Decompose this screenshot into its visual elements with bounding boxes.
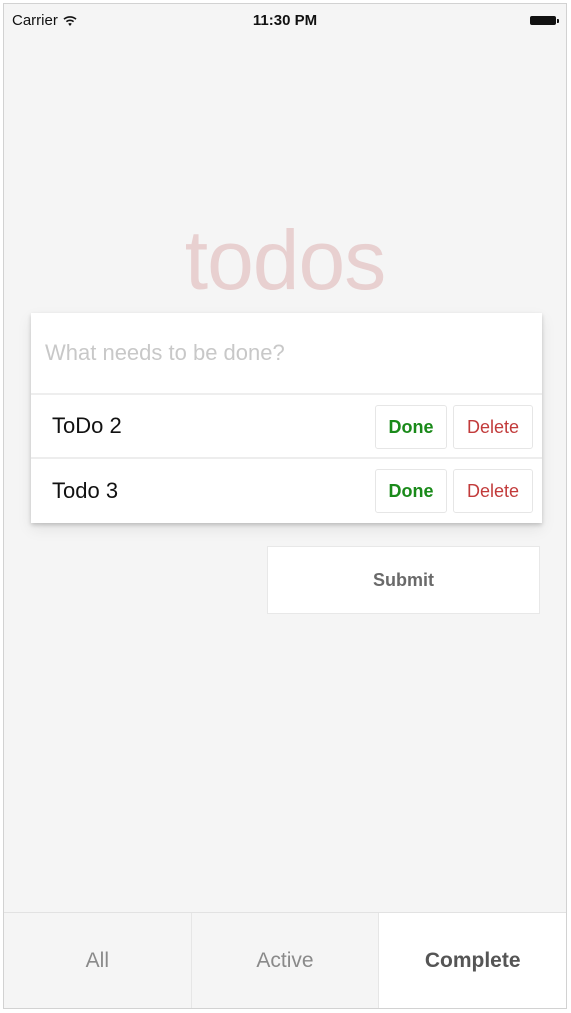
done-button[interactable]: Done [375,405,447,449]
filter-tab-active[interactable]: Active [191,913,380,1008]
todo-item-text: Todo 3 [52,478,119,503]
done-button[interactable]: Done [375,469,447,513]
todo-item: Todo 3 Done Delete [31,459,542,523]
delete-button[interactable]: Delete [453,469,533,513]
filter-tab-bar: All Active Complete [4,912,566,1008]
filter-tab-complete[interactable]: Complete [379,913,566,1008]
submit-button[interactable]: Submit [267,546,540,614]
todo-item-text: ToDo 2 [52,413,122,438]
todo-card: ToDo 2 Done Delete Todo 3 Done Delete [31,313,542,523]
app-title: todos [184,213,387,307]
battery-icon [530,16,560,25]
status-bar: Carrier 11:30 PM [4,4,566,38]
app-screen: Carrier 11:30 PM todos ToDo 2 Done Delet… [3,3,567,1009]
status-time: 11:30 PM [252,12,318,29]
filter-tab-all[interactable]: All [4,913,192,1008]
new-todo-input[interactable] [31,313,542,395]
todo-item: ToDo 2 Done Delete [31,395,542,459]
delete-button[interactable]: Delete [453,405,533,449]
